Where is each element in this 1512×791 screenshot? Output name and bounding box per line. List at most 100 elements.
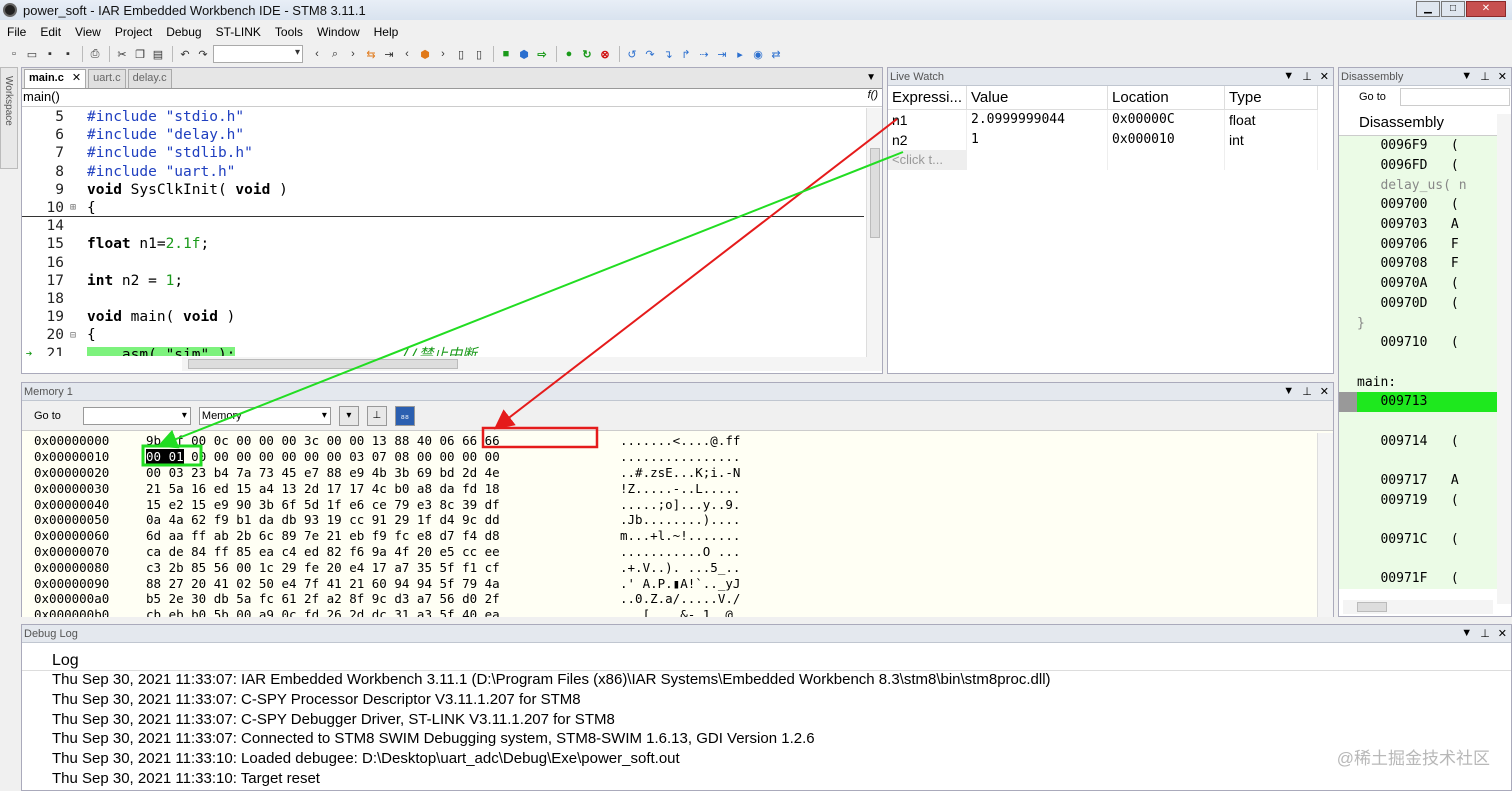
function-list-button[interactable]: f() bbox=[868, 89, 878, 101]
step-over-icon[interactable]: ↷ bbox=[642, 46, 658, 62]
pin-icon[interactable]: ⊥ bbox=[1302, 385, 1312, 398]
close-window-button[interactable]: ✕ bbox=[1466, 1, 1506, 17]
watch-expression[interactable]: n2 bbox=[888, 129, 968, 150]
redo-icon[interactable]: ↷ bbox=[195, 46, 211, 62]
close-tab-icon[interactable]: ✕ bbox=[72, 72, 81, 84]
find-previous-icon[interactable]: ‹ bbox=[309, 46, 325, 62]
disassembly-row[interactable]: delay_us( n bbox=[1339, 175, 1511, 196]
pane-menu-icon[interactable]: ▼ bbox=[1461, 70, 1472, 83]
pane-close-icon[interactable]: ✕ bbox=[1320, 385, 1329, 398]
menu-window[interactable]: Window bbox=[310, 25, 367, 39]
memory-row[interactable]: 0x00000000 9b 1f 00 0c 00 00 00 3c 00 00 … bbox=[22, 433, 1318, 449]
table-row[interactable]: <click t... bbox=[888, 149, 1318, 170]
log-list[interactable]: Thu Sep 30, 2021 11:33:07: IAR Embedded … bbox=[22, 671, 1511, 790]
memory-row[interactable]: 0x00000070 ca de 84 ff 85 ea c4 ed 82 f6 … bbox=[22, 544, 1318, 560]
memory-bytes[interactable]: 00 01 00 00 00 00 00 00 00 03 07 08 00 0… bbox=[146, 449, 616, 465]
disassembly-gutter[interactable] bbox=[1339, 215, 1357, 235]
memory-ascii[interactable]: m...+l.~!....... bbox=[616, 528, 740, 543]
disassembly-gutter[interactable] bbox=[1339, 549, 1357, 569]
disassembly-gutter[interactable] bbox=[1339, 391, 1357, 412]
memory-bytes[interactable]: 0a 4a 62 f9 b1 da db 93 19 cc 91 29 1f d… bbox=[146, 512, 616, 527]
memory-ascii[interactable]: .' A.P.▮A!`.._yJ bbox=[616, 576, 740, 591]
disassembly-gutter[interactable] bbox=[1339, 353, 1357, 373]
editor-horizontal-scrollbar[interactable] bbox=[182, 357, 882, 371]
add-expression-placeholder[interactable]: <click t... bbox=[888, 149, 968, 170]
pane-menu-icon[interactable]: ▼ bbox=[1283, 70, 1294, 83]
disassembly-row[interactable]: 0096FD ( bbox=[1339, 155, 1511, 176]
log-entry[interactable]: Thu Sep 30, 2021 11:33:07: C-SPY Debugge… bbox=[22, 711, 1511, 731]
cut-icon[interactable]: ✂ bbox=[114, 46, 130, 62]
find-combo[interactable] bbox=[213, 45, 303, 63]
menu-tools[interactable]: Tools bbox=[268, 25, 310, 39]
bookmark-icon[interactable]: ⬢ bbox=[417, 46, 433, 62]
reset-icon[interactable]: ↺ bbox=[624, 46, 640, 62]
compile-icon[interactable]: ▯ bbox=[453, 46, 469, 62]
disassembly-gutter[interactable] bbox=[1339, 274, 1357, 294]
disassembly-gutter[interactable] bbox=[1339, 234, 1357, 254]
memory-bytes[interactable]: 21 5a 16 ed 15 a4 13 2d 17 17 4c b0 a8 d… bbox=[146, 481, 616, 496]
find-next-icon[interactable]: › bbox=[345, 46, 361, 62]
memory-ascii[interactable]: !Z.....-..L..... bbox=[616, 481, 740, 496]
nav-forward-icon[interactable]: › bbox=[435, 46, 451, 62]
memory-bytes[interactable]: 88 27 20 41 02 50 e4 7f 41 21 60 94 94 5… bbox=[146, 576, 616, 591]
disassembly-row[interactable] bbox=[1339, 549, 1511, 570]
disassembly-row[interactable]: 009700 ( bbox=[1339, 195, 1511, 215]
log-entry[interactable]: Thu Sep 30, 2021 11:33:07: C-SPY Process… bbox=[22, 691, 1511, 711]
goto-input[interactable] bbox=[1399, 88, 1510, 106]
disassembly-gutter[interactable] bbox=[1339, 136, 1357, 156]
pane-close-icon[interactable]: ✕ bbox=[1498, 70, 1507, 83]
memory-ascii[interactable]: .......<....@.ff bbox=[616, 433, 740, 448]
disassembly-list[interactable]: 0096F9 ( 0096FD ( delay_us( n 009700 ( 0… bbox=[1339, 136, 1511, 589]
log-entry[interactable]: Thu Sep 30, 2021 11:33:07: Connected to … bbox=[22, 730, 1511, 750]
disassembly-gutter[interactable] bbox=[1339, 175, 1357, 195]
memory-ascii[interactable]: ...[....&-.1._@. bbox=[616, 607, 740, 617]
memory-goto-input[interactable] bbox=[82, 406, 191, 425]
new-file-icon[interactable]: ▫ bbox=[6, 46, 22, 62]
print-icon[interactable]: ⎙ bbox=[87, 46, 103, 62]
disassembly-gutter[interactable] bbox=[1339, 412, 1357, 432]
tab-uart-c[interactable]: uart.c bbox=[88, 69, 126, 88]
memory-ascii[interactable]: .....;o]...y..9. bbox=[616, 497, 740, 512]
maximize-button[interactable]: □ bbox=[1441, 1, 1465, 17]
disassembly-row[interactable] bbox=[1339, 352, 1511, 373]
memory-row[interactable]: 0x00000060 6d aa ff ab 2b 6c 89 7e 21 eb … bbox=[22, 528, 1318, 544]
disassembly-row[interactable] bbox=[1339, 510, 1511, 530]
memory-options-dropdown-icon[interactable]: ▾ bbox=[338, 405, 359, 426]
selected-bytes[interactable]: 00 01 bbox=[146, 449, 184, 465]
disassembly-row[interactable]: 009717 A bbox=[1339, 470, 1511, 491]
disassembly-row[interactable]: 009710 ( bbox=[1339, 332, 1511, 353]
pane-menu-icon[interactable]: ▼ bbox=[1461, 627, 1472, 640]
go-small-icon[interactable]: ▸ bbox=[732, 46, 748, 62]
memory-bytes[interactable]: ca de 84 ff 85 ea c4 ed 82 f6 9a 4f 20 e… bbox=[146, 544, 616, 559]
tab-delay-c[interactable]: delay.c bbox=[127, 69, 172, 88]
disassembly-gutter[interactable] bbox=[1339, 294, 1357, 314]
disassembly-gutter[interactable] bbox=[1339, 510, 1357, 530]
memory-bytes[interactable]: 6d aa ff ab 2b 6c 89 7e 21 eb f9 fc e8 d… bbox=[146, 528, 616, 543]
goto-icon[interactable]: ⇥ bbox=[381, 46, 397, 62]
disassembly-row[interactable]: 009714 ( bbox=[1339, 431, 1511, 451]
reload-icon[interactable]: ↻ bbox=[579, 46, 595, 62]
disassembly-row[interactable] bbox=[1339, 411, 1511, 432]
memory-bytes[interactable]: c3 2b 85 56 00 1c 29 fe 20 e4 17 a7 35 5… bbox=[146, 560, 616, 575]
menu-project[interactable]: Project bbox=[108, 25, 159, 39]
editor-vertical-scrollbar[interactable] bbox=[866, 108, 882, 358]
tab-main-c[interactable]: main.c ✕ bbox=[24, 69, 87, 88]
memory-ascii[interactable]: ................ bbox=[616, 449, 740, 464]
memory-row[interactable]: 0x00000080 c3 2b 85 56 00 1c 29 fe 20 e4 … bbox=[22, 559, 1318, 575]
memory-bytes[interactable]: 9b 1f 00 0c 00 00 00 3c 00 00 13 88 40 0… bbox=[146, 433, 616, 448]
memory-ascii[interactable]: ..#.zsE...K;i.-N bbox=[616, 465, 740, 480]
pane-close-icon[interactable]: ✕ bbox=[1320, 70, 1329, 83]
column-header-expression[interactable]: Expressi... bbox=[888, 86, 968, 110]
disassembly-row[interactable]: 00970A ( bbox=[1339, 273, 1511, 294]
pin-icon[interactable]: ⊥ bbox=[1480, 627, 1490, 640]
disassembly-row[interactable]: 0096F9 ( bbox=[1339, 136, 1511, 156]
fold-expand-icon[interactable]: ⊞ bbox=[64, 202, 82, 213]
make-icon[interactable]: ▯ bbox=[471, 46, 487, 62]
menu-file[interactable]: File bbox=[0, 25, 33, 39]
watch-value[interactable]: 2.0999999044 bbox=[966, 109, 1109, 130]
undo-icon[interactable]: ↶ bbox=[177, 46, 193, 62]
disassembly-gutter[interactable] bbox=[1339, 530, 1357, 550]
disassembly-gutter[interactable] bbox=[1339, 451, 1357, 471]
menu-debug[interactable]: Debug bbox=[159, 25, 208, 39]
pin-icon[interactable]: ⊥ bbox=[1480, 70, 1490, 83]
